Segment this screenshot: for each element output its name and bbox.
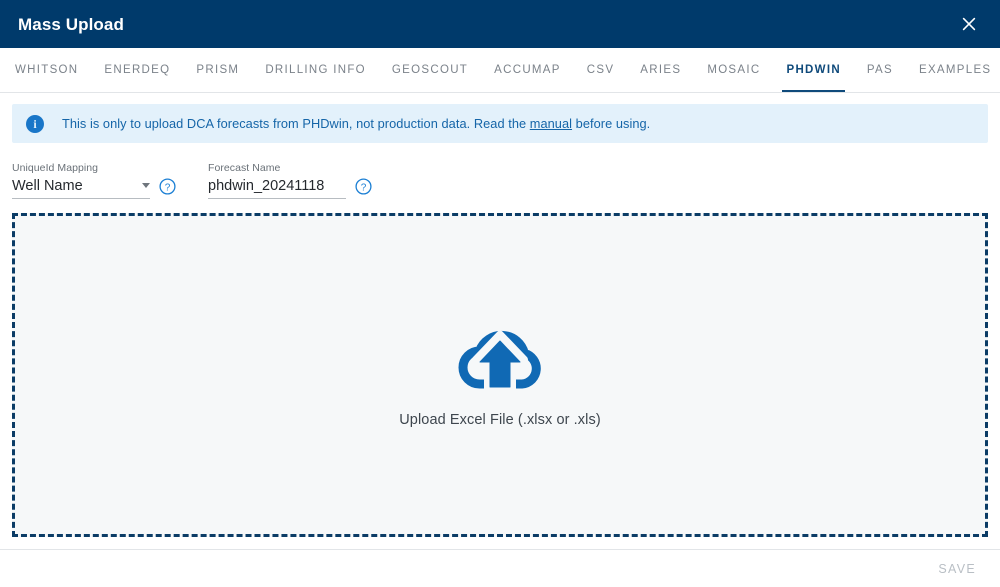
forecast-name-help-icon[interactable]: ? [355,178,372,195]
forecast-name-input[interactable] [208,178,346,195]
uniqueid-mapping-select[interactable]: Well Name [12,178,150,199]
close-button[interactable] [956,11,982,37]
info-text-after: before using. [572,116,650,131]
tab-examples[interactable]: EXAMPLES [906,48,1000,92]
forecast-name-control [208,178,346,199]
tab-geoscout[interactable]: GEOSCOUT [379,48,481,92]
svg-text:?: ? [165,182,171,193]
tab-whitson[interactable]: WHITSON [2,48,91,92]
tab-enerdeq[interactable]: ENERDEQ [91,48,183,92]
save-button[interactable]: SAVE [932,558,982,580]
tab-prism[interactable]: PRISM [183,48,252,92]
tab-bar: WHITSON ENERDEQ PRISM DRILLING INFO GEOS… [0,48,1000,93]
dialog-header: Mass Upload [0,0,1000,48]
svg-text:?: ? [361,182,367,193]
tab-phdwin[interactable]: PHDWIN [773,48,853,92]
dialog-body: i This is only to upload DCA forecasts f… [0,93,1000,549]
file-dropzone[interactable]: Upload Excel File (.xlsx or .xls) [12,213,988,537]
dialog-footer: SAVE [0,549,1000,587]
uniqueid-mapping-help-icon[interactable]: ? [159,178,176,195]
info-banner: i This is only to upload DCA forecasts f… [12,104,988,143]
uniqueid-mapping-value: Well Name [12,178,122,195]
forecast-name-label: Forecast Name [208,163,346,175]
tab-mosaic[interactable]: MOSAIC [694,48,773,92]
uniqueid-mapping-field: UniqueId Mapping Well Name [12,163,150,199]
tab-aries[interactable]: ARIES [627,48,694,92]
chevron-down-icon[interactable] [142,183,150,188]
page-title: Mass Upload [18,16,124,33]
cloud-upload-icon [454,323,546,395]
forecast-name-field: Forecast Name [208,163,346,199]
form-row: UniqueId Mapping Well Name ? Forecast Na… [12,155,988,199]
close-icon [961,16,977,32]
info-banner-text: This is only to upload DCA forecasts fro… [62,116,650,131]
uniqueid-mapping-label: UniqueId Mapping [12,163,150,175]
info-icon: i [26,115,44,133]
info-text-before: This is only to upload DCA forecasts fro… [62,116,530,131]
manual-link[interactable]: manual [530,116,572,131]
tab-pas[interactable]: PAS [854,48,906,92]
mass-upload-dialog: Mass Upload WHITSON ENERDEQ PRISM DRILLI… [0,0,1000,587]
tab-csv[interactable]: CSV [574,48,628,92]
tab-accumap[interactable]: ACCUMAP [481,48,574,92]
tab-drilling-info[interactable]: DRILLING INFO [252,48,379,92]
dropzone-label: Upload Excel File (.xlsx or .xls) [399,412,601,428]
